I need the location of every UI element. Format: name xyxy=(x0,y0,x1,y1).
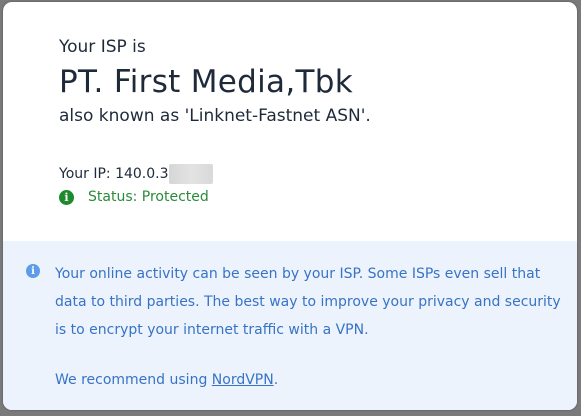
ip-label: Your IP: 140.0.3 xyxy=(59,166,169,182)
recommend-text: We recommend using NordVPN. xyxy=(55,372,278,388)
isp-intro-text: Your ISP is xyxy=(59,37,146,57)
info-text: Your online activity can be seen by your… xyxy=(55,266,561,338)
info-icon: i xyxy=(26,264,40,278)
isp-aka-text: also known as 'Linknet-Fastnet ASN'. xyxy=(59,106,371,126)
isp-name: PT. First Media,Tbk xyxy=(59,64,353,100)
nordvpn-link[interactable]: NordVPN xyxy=(212,372,274,388)
info-panel: i Your online activity can be seen by yo… xyxy=(3,241,577,410)
recommend-suffix: . xyxy=(273,372,279,388)
ip-mask xyxy=(168,164,213,184)
isp-info-card: Your ISP is PT. First Media,Tbk also kno… xyxy=(3,2,577,410)
status-text: Status: Protected xyxy=(88,189,209,205)
ip-row: Your IP: 140.0.3 xyxy=(59,164,213,184)
status-info-icon: i xyxy=(59,189,74,205)
isp-summary: Your ISP is PT. First Media,Tbk also kno… xyxy=(3,2,577,241)
recommend-prefix: We recommend using xyxy=(55,372,212,388)
status-row: i Status: Protected xyxy=(59,189,209,205)
